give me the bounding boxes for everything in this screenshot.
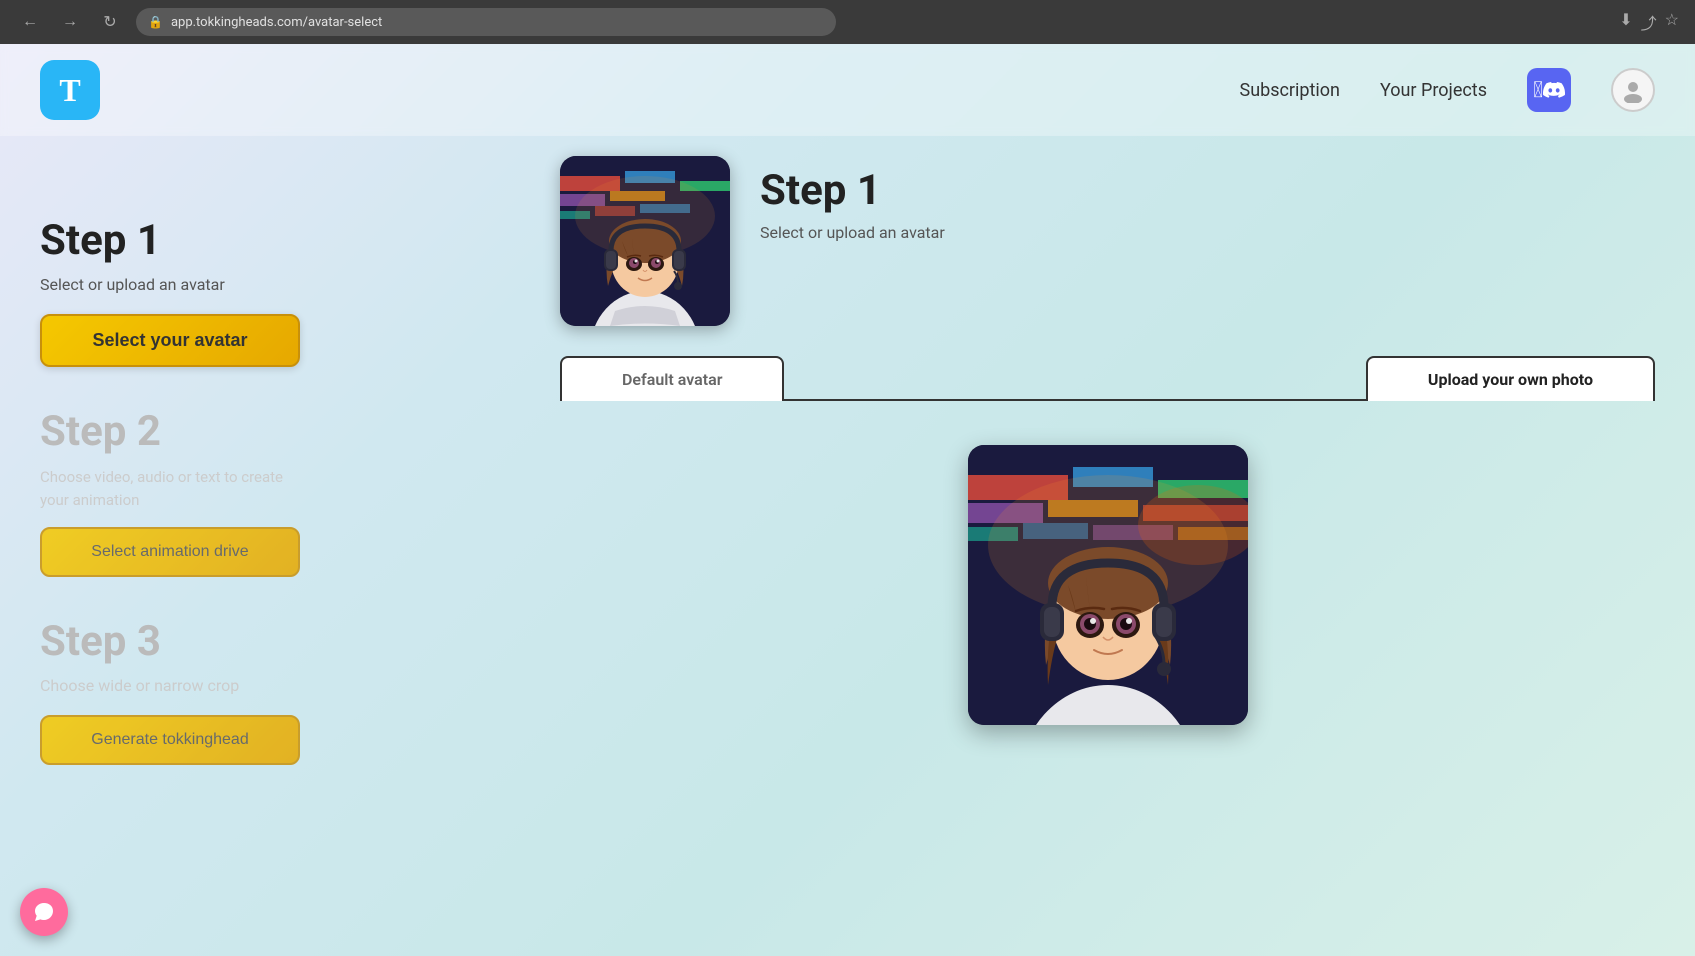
browser-chrome: ← → ↻ 🔒 app.tokkingheads.com/avatar-sele… bbox=[0, 0, 1695, 44]
back-button[interactable]: ← bbox=[16, 8, 44, 36]
generate-button[interactable]: Generate tokkinghead bbox=[40, 715, 300, 765]
step2-description: Choose video, audio or text to create yo… bbox=[40, 466, 520, 511]
step1-title: Step 1 bbox=[40, 216, 520, 265]
left-panel: Step 1 Select or upload an avatar Select… bbox=[40, 156, 520, 916]
nav-links: Subscription Your Projects  bbox=[1240, 68, 1656, 112]
avatar-preview-small bbox=[560, 156, 730, 326]
avatar-grid bbox=[560, 425, 1655, 745]
star-icon[interactable]: ☆ bbox=[1665, 10, 1679, 34]
step1-description: Select or upload an avatar bbox=[40, 275, 520, 294]
discord-button[interactable]:  bbox=[1527, 68, 1571, 112]
user-avatar[interactable] bbox=[1611, 68, 1655, 112]
logo[interactable]: T bbox=[40, 60, 100, 120]
address-bar[interactable]: 🔒 app.tokkingheads.com/avatar-select bbox=[136, 8, 836, 36]
step2-desc-part1: Choose video, audio or text to create bbox=[40, 468, 283, 486]
step2-desc-part2: your animation bbox=[40, 491, 139, 509]
step1-section: Step 1 Select or upload an avatar Select… bbox=[40, 216, 520, 367]
download-icon[interactable]: ⬇ bbox=[1619, 10, 1632, 34]
step-info: Step 1 Select or upload an avatar bbox=[760, 156, 945, 242]
step3-description: Choose wide or narrow crop bbox=[40, 676, 520, 695]
step2-section: Step 2 Choose video, audio or text to cr… bbox=[40, 407, 520, 577]
step2-title: Step 2 bbox=[40, 407, 520, 456]
your-projects-link[interactable]: Your Projects bbox=[1380, 80, 1487, 101]
chat-bubble-button[interactable] bbox=[20, 888, 68, 936]
select-animation-button[interactable]: Select animation drive bbox=[40, 527, 300, 577]
step1-right-title: Step 1 bbox=[760, 166, 945, 215]
step3-section: Step 3 Choose wide or narrow crop Genera… bbox=[40, 617, 520, 765]
user-icon bbox=[1620, 77, 1646, 103]
url-text: app.tokkingheads.com/avatar-select bbox=[171, 15, 382, 30]
subscription-link[interactable]: Subscription bbox=[1240, 80, 1341, 101]
main-avatar-display[interactable] bbox=[968, 445, 1248, 725]
main-content: Step 1 Select or upload an avatar Select… bbox=[0, 136, 1695, 956]
default-avatar-tab[interactable]: Default avatar bbox=[560, 356, 784, 401]
discord-svg bbox=[1543, 82, 1565, 98]
logo-text: T bbox=[59, 72, 80, 109]
header: T Subscription Your Projects  bbox=[0, 44, 1695, 136]
right-panel: Step 1 Select or upload an avatar Defaul… bbox=[560, 156, 1655, 916]
select-avatar-button[interactable]: Select your avatar bbox=[40, 314, 300, 367]
app-container: T Subscription Your Projects  bbox=[0, 44, 1695, 956]
forward-button[interactable]: → bbox=[56, 8, 84, 36]
step3-title: Step 3 bbox=[40, 617, 520, 666]
discord-icon:  bbox=[1533, 78, 1543, 103]
reload-button[interactable]: ↻ bbox=[96, 8, 124, 36]
main-avatar-svg bbox=[968, 445, 1248, 725]
step1-right-description: Select or upload an avatar bbox=[760, 223, 945, 242]
avatar-small-svg bbox=[560, 156, 730, 326]
lock-icon: 🔒 bbox=[148, 15, 163, 29]
browser-action-buttons: ⬇ ⤴ ☆ bbox=[1619, 10, 1679, 34]
share-icon[interactable]: ⤴ bbox=[1641, 10, 1657, 34]
upload-tab[interactable]: Upload your own photo bbox=[1366, 356, 1655, 401]
avatar-step-header: Step 1 Select or upload an avatar bbox=[560, 156, 1655, 326]
chat-icon bbox=[33, 901, 55, 923]
tabs-container: Default avatar Upload your own photo bbox=[560, 356, 1655, 401]
